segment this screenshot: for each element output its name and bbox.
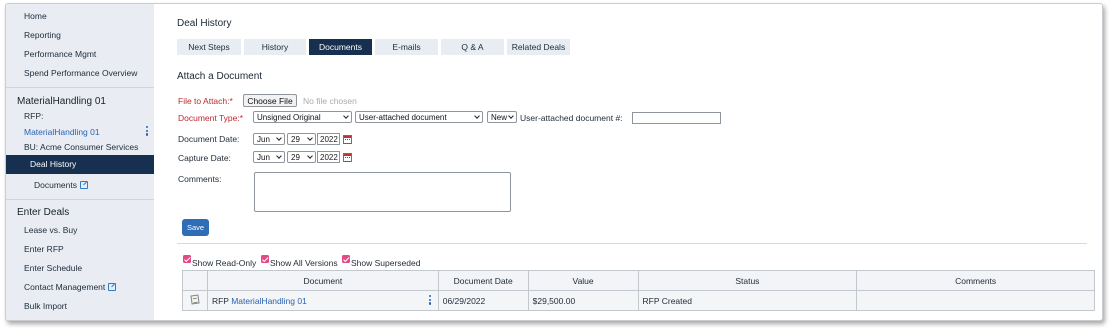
doc-date-month-select[interactable]: Jun bbox=[253, 133, 285, 145]
rfp-kebab-icon[interactable] bbox=[146, 126, 149, 136]
sidebar-item-reporting[interactable]: Reporting bbox=[24, 30, 61, 40]
doc-type-value: Unsigned Original bbox=[257, 112, 321, 122]
tab-qa[interactable]: Q & A bbox=[441, 39, 504, 55]
sidebar-item-bulk-import[interactable]: Bulk Import bbox=[24, 301, 67, 311]
capture-date-day: 29 bbox=[291, 152, 300, 162]
sidebar-item-spend-performance[interactable]: Spend Performance Overview bbox=[24, 68, 137, 78]
external-link-icon[interactable] bbox=[108, 283, 117, 291]
chevron-down-icon bbox=[307, 135, 313, 141]
column-header-comments[interactable]: Comments bbox=[856, 270, 1095, 291]
doc-source-select[interactable]: User-attached document bbox=[355, 111, 483, 123]
show-all-versions-label: Show All Versions bbox=[270, 258, 338, 268]
tab-emails[interactable]: E-mails bbox=[375, 39, 438, 55]
save-button[interactable]: Save bbox=[182, 219, 209, 236]
page-title: Deal History bbox=[177, 18, 232, 29]
document-link[interactable]: MaterialHandling 01 bbox=[231, 296, 307, 306]
document-icon[interactable] bbox=[190, 294, 200, 305]
external-link-icon[interactable] bbox=[80, 181, 88, 189]
sidebar-item-contact-management[interactable]: Contact Management bbox=[24, 282, 117, 292]
tab-related-deals[interactable]: Related Deals bbox=[507, 39, 570, 55]
section-title: Attach a Document bbox=[177, 71, 263, 82]
tab-next-steps[interactable]: Next Steps bbox=[177, 39, 241, 55]
app-window: Home Reporting Performance Mgmt Spend Pe… bbox=[5, 3, 1103, 321]
doc-new-value: New bbox=[491, 112, 508, 122]
column-header-icon bbox=[182, 270, 208, 291]
no-file-text: No file chosen bbox=[303, 96, 357, 106]
tab-documents[interactable]: Documents bbox=[309, 39, 372, 55]
capture-date-month: Jun bbox=[257, 152, 270, 162]
chevron-down-icon bbox=[276, 135, 282, 141]
comments-label: Comments: bbox=[178, 174, 222, 184]
capture-date-label: Capture Date: bbox=[178, 153, 231, 163]
chevron-down-icon bbox=[307, 153, 313, 159]
doc-date-day: 29 bbox=[291, 134, 300, 144]
sidebar-item-label: Contact Management bbox=[24, 282, 106, 292]
sidebar-item-deal-history[interactable]: Deal History bbox=[6, 155, 154, 174]
doc-new-select[interactable]: New bbox=[487, 111, 517, 123]
bu-text: BU: Acme Consumer Services bbox=[24, 142, 139, 152]
calendar-icon[interactable] bbox=[343, 135, 352, 144]
comments-cell bbox=[856, 290, 1095, 311]
choose-file-button[interactable]: Choose File bbox=[243, 94, 297, 107]
document-date-cell: 06/29/2022 bbox=[437, 290, 529, 311]
enter-deals-heading: Enter Deals bbox=[17, 207, 70, 218]
divider bbox=[177, 243, 1087, 244]
row-kebab-icon[interactable] bbox=[428, 295, 431, 305]
doc-number-input[interactable] bbox=[632, 112, 721, 124]
show-all-versions-checkbox[interactable] bbox=[261, 255, 269, 263]
capture-date-day-select[interactable]: 29 bbox=[287, 151, 316, 163]
show-superseded-checkbox[interactable] bbox=[342, 255, 350, 263]
tab-bar: Next Steps History Documents E-mails Q &… bbox=[177, 39, 570, 55]
comments-textarea[interactable] bbox=[254, 172, 511, 212]
chevron-down-icon bbox=[474, 113, 480, 119]
sidebar-divider bbox=[6, 199, 154, 200]
sidebar-item-lease-vs-buy[interactable]: Lease vs. Buy bbox=[24, 225, 77, 235]
doc-date-day-select[interactable]: 29 bbox=[287, 133, 316, 145]
deal-heading: MaterialHandling 01 bbox=[17, 96, 106, 107]
column-header-document[interactable]: Document bbox=[206, 270, 439, 291]
chevron-down-icon bbox=[343, 113, 349, 119]
main-content: Deal History Next Steps History Document… bbox=[154, 4, 1102, 320]
row-icon-cell bbox=[182, 290, 208, 311]
sidebar-item-home[interactable]: Home bbox=[24, 11, 47, 21]
documents-table: Document Document Date Value Status Comm… bbox=[182, 270, 1095, 311]
status-cell: RFP Created bbox=[637, 290, 858, 311]
doc-date-year-input[interactable]: 2022 bbox=[317, 133, 340, 145]
doc-type-label: Document Type:* bbox=[178, 113, 244, 123]
value-cell: $29,500.00 bbox=[527, 290, 639, 311]
document-cell: RFP MaterialHandling 01 bbox=[206, 290, 439, 311]
show-read-only-label: Show Read-Only bbox=[192, 258, 257, 268]
column-header-document-date[interactable]: Document Date bbox=[437, 270, 529, 291]
rfp-label: RFP: bbox=[24, 111, 44, 121]
sidebar-item-enter-schedule[interactable]: Enter Schedule bbox=[24, 263, 82, 273]
sidebar-item-performance-mgmt[interactable]: Performance Mgmt bbox=[24, 49, 96, 59]
doc-date-month: Jun bbox=[257, 134, 270, 144]
capture-date-month-select[interactable]: Jun bbox=[253, 151, 285, 163]
chevron-down-icon bbox=[508, 113, 514, 119]
document-prefix: RFP bbox=[211, 295, 229, 306]
table-header-row: Document Document Date Value Status Comm… bbox=[182, 270, 1095, 291]
doc-date-label: Document Date: bbox=[178, 134, 240, 144]
sidebar-item-documents[interactable]: Documents bbox=[34, 180, 88, 190]
rfp-link[interactable]: MaterialHandling 01 bbox=[24, 127, 100, 137]
sidebar-item-label: Documents bbox=[34, 180, 77, 190]
table-row: RFP MaterialHandling 01 06/29/2022 $29,5… bbox=[182, 290, 1095, 311]
column-header-status[interactable]: Status bbox=[637, 270, 858, 291]
doc-type-select[interactable]: Unsigned Original bbox=[253, 111, 352, 123]
show-read-only-checkbox[interactable] bbox=[183, 255, 191, 263]
capture-date-year-input[interactable]: 2022 bbox=[317, 151, 340, 163]
sidebar-divider bbox=[6, 87, 154, 88]
show-superseded-label: Show Superseded bbox=[351, 258, 421, 268]
sidebar-item-enter-rfp[interactable]: Enter RFP bbox=[24, 244, 64, 254]
column-header-value[interactable]: Value bbox=[527, 270, 639, 291]
doc-source-value: User-attached document bbox=[359, 112, 447, 122]
calendar-icon[interactable] bbox=[343, 153, 352, 162]
chevron-down-icon bbox=[276, 153, 282, 159]
file-label: File to Attach:* bbox=[178, 96, 233, 106]
doc-number-label: User-attached document #: bbox=[520, 113, 623, 123]
tab-history[interactable]: History bbox=[244, 39, 306, 55]
sidebar-item-label: Deal History bbox=[30, 159, 77, 169]
sidebar: Home Reporting Performance Mgmt Spend Pe… bbox=[6, 4, 154, 320]
